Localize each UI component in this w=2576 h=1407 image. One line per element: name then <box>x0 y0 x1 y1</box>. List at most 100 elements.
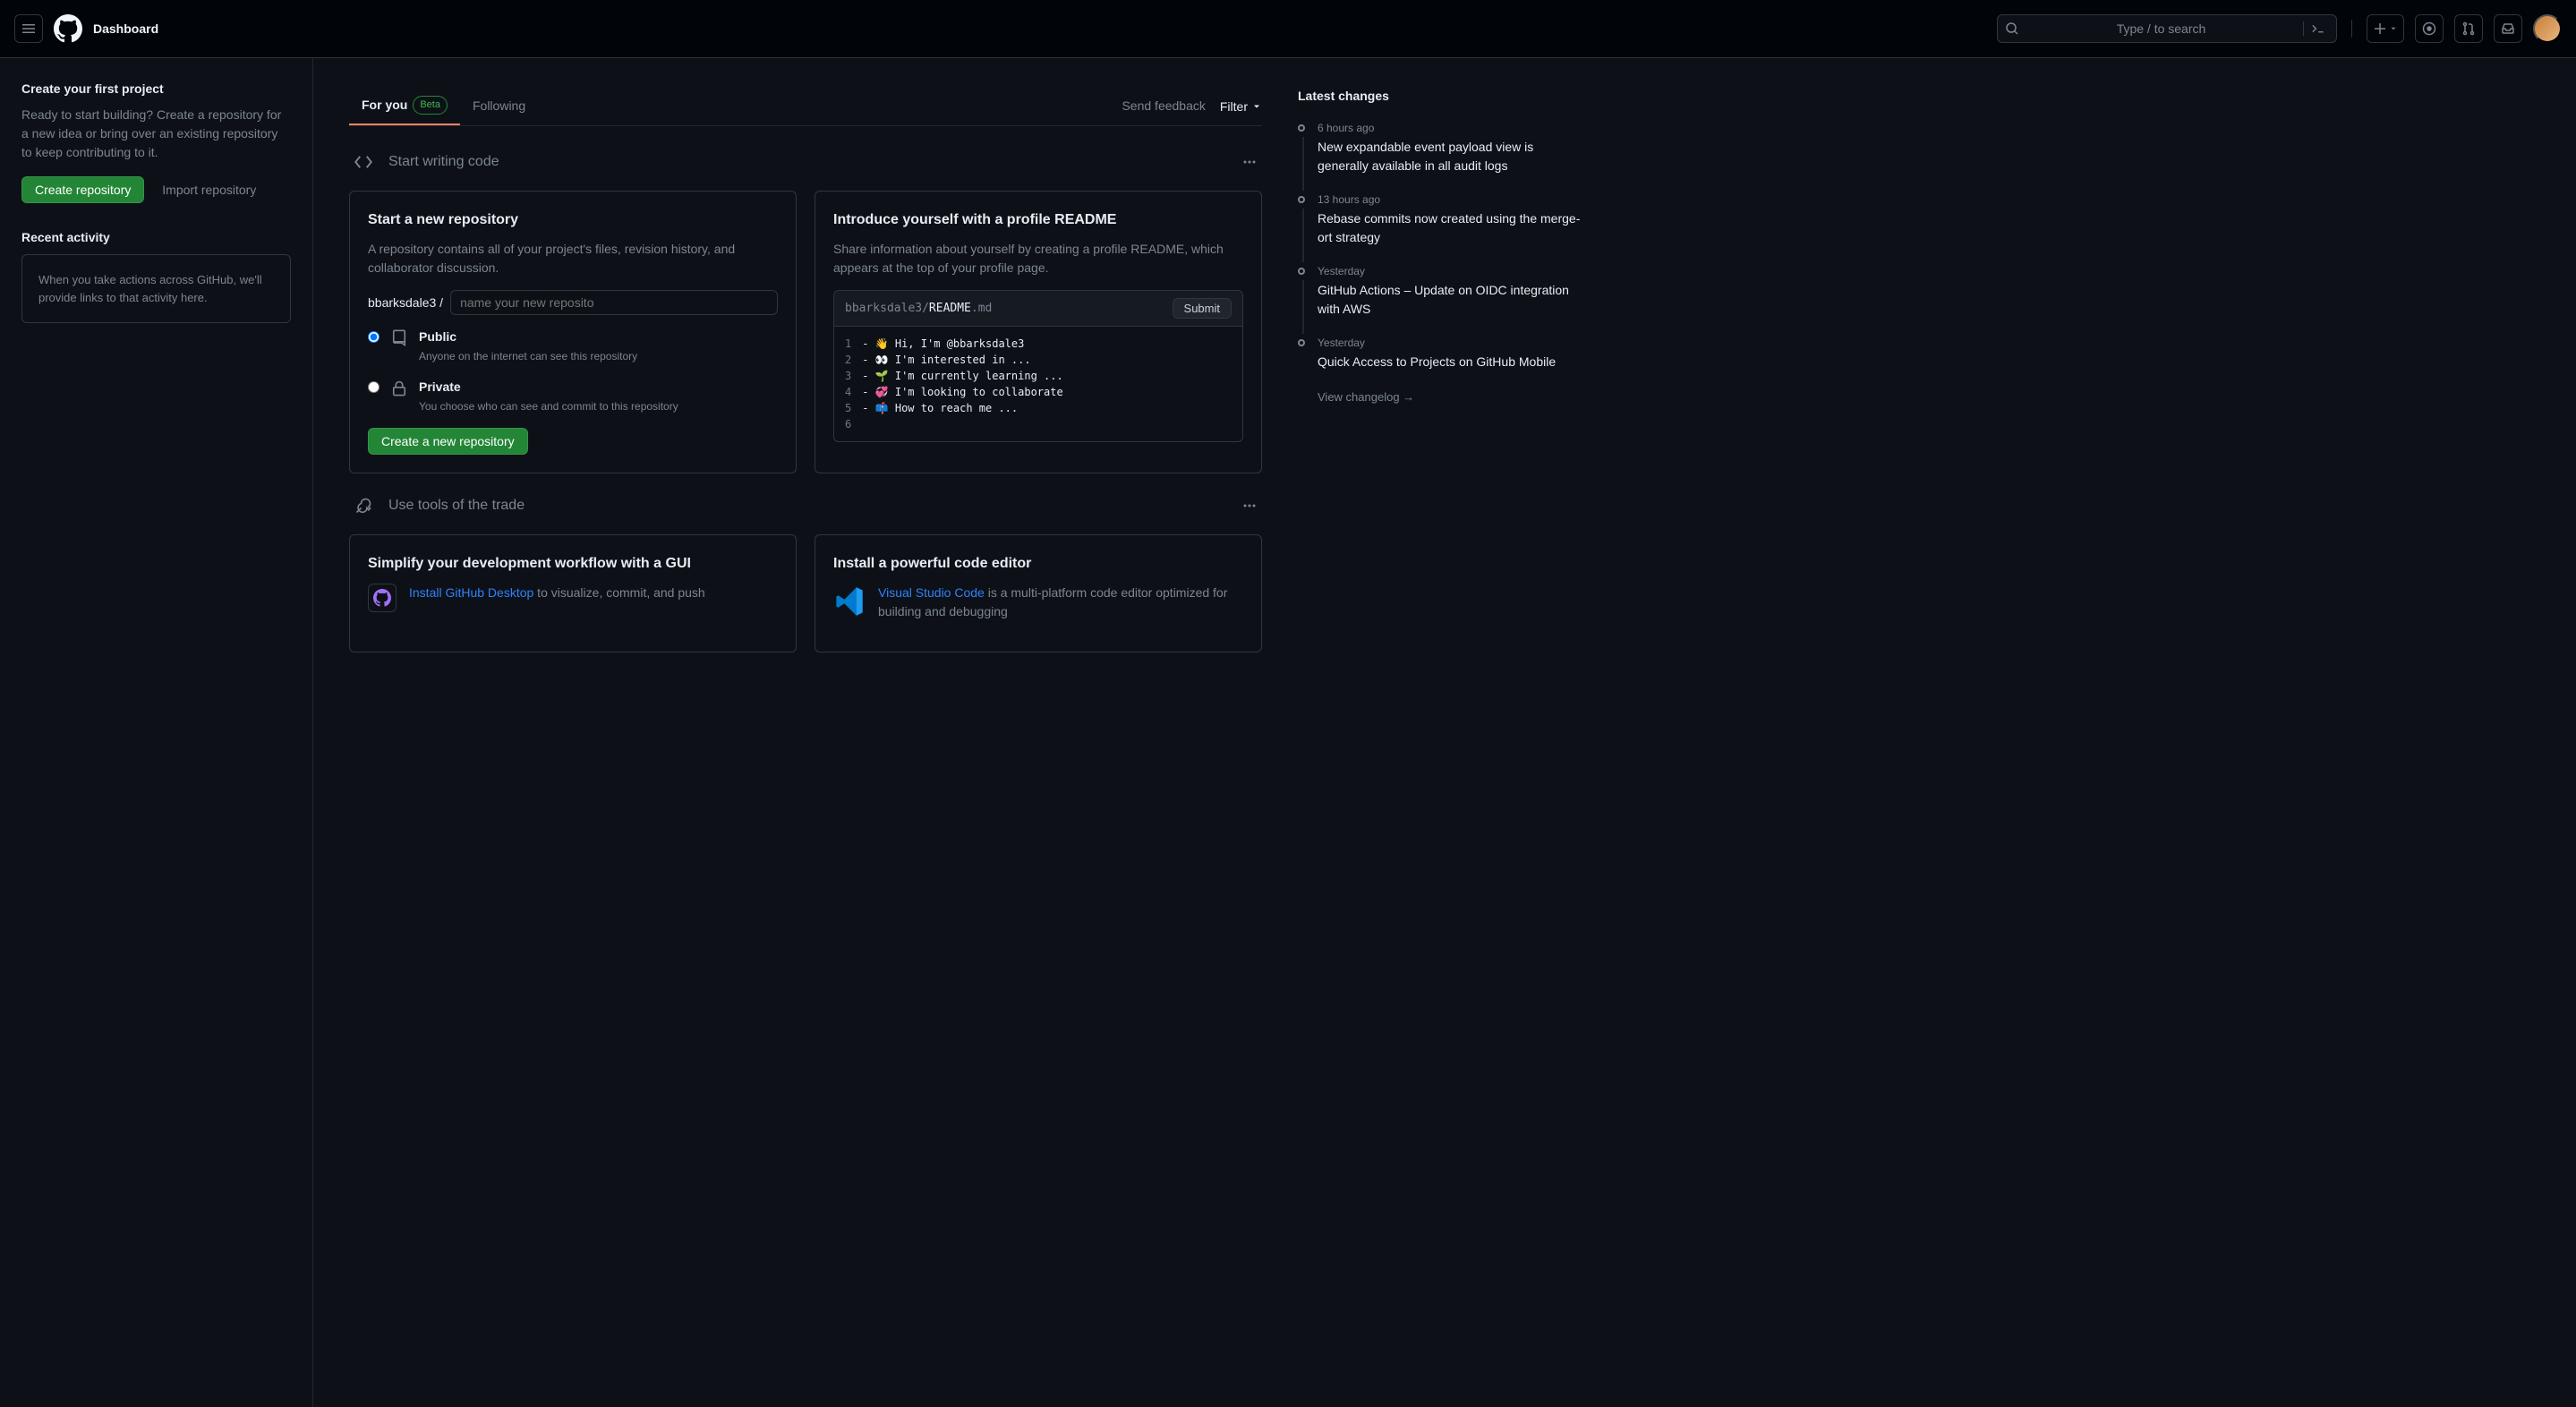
section-writing-code: Start writing code <box>349 148 1262 176</box>
readme-submit-button[interactable]: Submit <box>1173 298 1232 319</box>
change-link[interactable]: Quick Access to Projects on GitHub Mobil… <box>1318 354 1556 369</box>
github-desktop-card: Simplify your development workflow with … <box>349 534 797 652</box>
left-sidebar: Create your first project Ready to start… <box>0 58 313 1407</box>
change-link[interactable]: GitHub Actions – Update on OIDC integrat… <box>1318 283 1569 316</box>
triangle-down-icon <box>2389 24 2398 33</box>
create-repository-button[interactable]: Create repository <box>21 176 144 203</box>
changelog-item: 6 hours ago New expandable event payload… <box>1298 120 1581 175</box>
triangle-down-icon <box>1251 101 1262 112</box>
changelog-item: 13 hours ago Rebase commits now created … <box>1298 192 1581 247</box>
create-new-repo-button[interactable]: Create a new repository <box>368 428 528 455</box>
timeline-dot-icon <box>1298 339 1305 346</box>
readme-path: bbarksdale3/README.md <box>845 300 1167 318</box>
latest-changes-title: Latest changes <box>1298 87 1581 106</box>
code-line: - 🌱 I'm currently learning ... <box>862 368 1232 384</box>
vscode-card: Install a powerful code editor Visual St… <box>815 534 1262 652</box>
section-menu-button[interactable] <box>1237 149 1262 175</box>
change-link[interactable]: Rebase commits now created using the mer… <box>1318 211 1580 244</box>
visibility-private-row[interactable]: Private You choose who can see and commi… <box>368 378 778 415</box>
plus-icon <box>2373 21 2387 36</box>
change-time: Yesterday <box>1318 263 1581 279</box>
visibility-private-radio[interactable] <box>368 381 380 393</box>
inbox-icon <box>2501 21 2515 36</box>
global-header: Dashboard Type / to search <box>0 0 2576 58</box>
readme-path-owner: bbarksdale3 <box>845 302 922 315</box>
vscode-link[interactable]: Visual Studio Code <box>878 585 985 600</box>
kebab-icon <box>1242 155 1257 169</box>
readme-preview: bbarksdale3/README.md Submit 123456 - 👋 … <box>833 290 1243 442</box>
timeline-dot-icon <box>1298 196 1305 203</box>
code-line: - 👀 I'm interested in ... <box>862 352 1232 368</box>
beta-badge: Beta <box>413 96 448 115</box>
readme-body: Share information about yourself by crea… <box>833 240 1243 277</box>
visibility-public-row[interactable]: Public Anyone on the internet can see th… <box>368 328 778 365</box>
command-palette-icon <box>2303 21 2329 36</box>
section-menu-button[interactable] <box>1237 493 1262 518</box>
tab-for-you-label: For you <box>362 96 407 115</box>
new-repo-body: A repository contains all of your projec… <box>368 240 778 277</box>
kebab-icon <box>1242 499 1257 513</box>
change-time: 13 hours ago <box>1318 192 1581 208</box>
install-desktop-link[interactable]: Install GitHub Desktop <box>409 585 533 600</box>
code-line: - 📫 How to reach me ... <box>862 400 1232 416</box>
changelog-item: Yesterday GitHub Actions – Update on OID… <box>1298 263 1581 319</box>
code-line <box>862 416 1232 432</box>
profile-readme-card: Introduce yourself with a profile README… <box>815 191 1262 473</box>
nav-menu-button[interactable] <box>14 14 43 43</box>
code-icon <box>349 148 378 176</box>
changelog-item: Yesterday Quick Access to Projects on Gi… <box>1298 335 1581 371</box>
visibility-public-radio[interactable] <box>368 331 380 343</box>
section-writing-code-title: Start writing code <box>388 151 1226 173</box>
desktop-body-text: to visualize, commit, and push <box>533 585 704 600</box>
github-desktop-icon <box>368 584 397 612</box>
section-tools: Use tools of the trade <box>349 491 1262 520</box>
code-line: - 💞️ I'm looking to collaborate <box>862 384 1232 400</box>
vscode-card-body: Visual Studio Code is a multi-platform c… <box>878 584 1243 621</box>
issue-icon <box>2422 21 2436 36</box>
import-repository-link[interactable]: Import repository <box>162 183 256 197</box>
vscode-card-title: Install a powerful code editor <box>833 553 1243 575</box>
repo-icon <box>390 329 408 353</box>
change-time: Yesterday <box>1318 335 1581 351</box>
search-button[interactable]: Type / to search <box>1997 14 2337 43</box>
timeline-dot-icon <box>1298 124 1305 132</box>
right-sidebar: Latest changes 6 hours ago New expandabl… <box>1298 58 1602 1407</box>
change-link[interactable]: New expandable event payload view is gen… <box>1318 140 1533 173</box>
github-mark-icon <box>54 14 82 43</box>
private-desc: You choose who can see and commit to thi… <box>419 400 678 413</box>
readme-code: - 👋 Hi, I'm @bbarksdale3 - 👀 I'm interes… <box>862 336 1232 432</box>
code-line: - 👋 Hi, I'm @bbarksdale3 <box>862 336 1232 352</box>
tab-following[interactable]: Following <box>460 88 538 124</box>
repo-name-input[interactable] <box>450 290 778 315</box>
public-desc: Anyone on the internet can see this repo… <box>419 350 637 362</box>
filter-label: Filter <box>1220 99 1248 114</box>
filter-button[interactable]: Filter <box>1220 99 1262 114</box>
issues-button[interactable] <box>2415 14 2444 43</box>
tab-for-you[interactable]: For you Beta <box>349 87 460 125</box>
timeline-dot-icon <box>1298 268 1305 275</box>
readme-path-ext: .md <box>971 302 992 315</box>
create-new-button[interactable] <box>2367 14 2404 43</box>
view-changelog-link[interactable]: View changelog → <box>1318 390 1414 404</box>
feed-tabs: For you Beta Following Send feedback Fil… <box>349 87 1262 126</box>
first-project-title: Create your first project <box>21 80 291 98</box>
new-repo-title: Start a new repository <box>368 209 778 231</box>
git-pull-request-icon <box>2461 21 2476 36</box>
dashboard-link[interactable]: Dashboard <box>93 20 158 38</box>
readme-title: Introduce yourself with a profile README <box>833 209 1243 231</box>
divider <box>2351 20 2352 38</box>
section-tools-title: Use tools of the trade <box>388 495 1226 516</box>
menu-icon <box>21 21 36 36</box>
new-repo-card: Start a new repository A repository cont… <box>349 191 797 473</box>
recent-activity-title: Recent activity <box>21 228 291 247</box>
notifications-button[interactable] <box>2494 14 2522 43</box>
send-feedback-link[interactable]: Send feedback <box>1122 97 1205 115</box>
recent-activity-section: Recent activity When you take actions ac… <box>21 228 291 323</box>
search-icon <box>2005 21 2019 36</box>
first-project-section: Create your first project Ready to start… <box>21 80 291 203</box>
pull-requests-button[interactable] <box>2454 14 2483 43</box>
vscode-icon <box>833 584 866 619</box>
github-logo[interactable] <box>54 14 82 43</box>
user-avatar[interactable] <box>2533 14 2562 43</box>
private-label: Private <box>419 378 678 397</box>
